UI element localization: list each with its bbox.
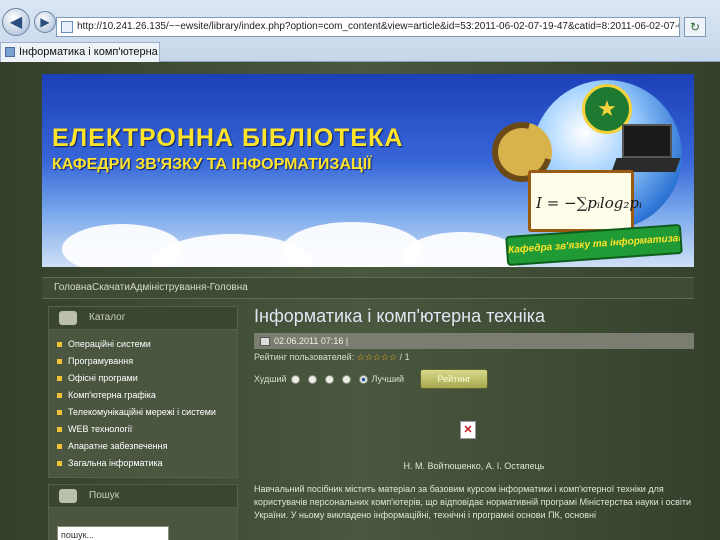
search-box-icon (59, 489, 77, 503)
rating-label: Рейтинг пользователей: (254, 352, 355, 362)
search-header: Пошук (48, 484, 238, 508)
rating-radio-2[interactable] (307, 374, 317, 384)
catalog-item[interactable]: Загальна інформатика (57, 455, 237, 472)
back-button[interactable]: ◀ (2, 8, 30, 36)
site-container: ЕЛЕКТРОННА БІБЛІОТЕКА КАФЕДРИ ЗВ'ЯЗКУ ТА… (42, 74, 694, 540)
bullet-icon (57, 410, 62, 415)
laptop-icon (611, 124, 681, 176)
breadcrumb[interactable]: ГоловнаСкачатиАдміністрування-Головна (42, 277, 694, 299)
bullet-icon (57, 427, 62, 432)
bullet-icon (57, 444, 62, 449)
cloud-decoration (282, 222, 422, 267)
bullet-icon (57, 376, 62, 381)
tab-favicon-icon (5, 47, 15, 57)
catalog-item[interactable]: Офісні програми (57, 370, 237, 387)
rating-line: Рейтинг пользователей: ☆☆☆☆☆ / 1 (254, 352, 694, 363)
page-viewport: ЕЛЕКТРОННА БІБЛІОТЕКА КАФЕДРИ ЗВ'ЯЗКУ ТА… (0, 62, 720, 540)
article-abstract: Навчальний посібник містить матеріал за … (254, 484, 692, 520)
catalog-box: Каталог Операційні системи Програмування… (48, 306, 238, 478)
catalog-item[interactable]: Комп'ютерна графіка (57, 387, 237, 404)
bullet-icon (57, 359, 62, 364)
refresh-button[interactable]: ↻ (684, 17, 706, 37)
article-authors: Н. М. Войтюшенко, А. І. Остапець (403, 461, 545, 471)
article-date: 02.06.2011 07:16 | (274, 336, 349, 346)
rating-suffix: / 1 (399, 352, 410, 362)
broken-image-icon: ✕ (460, 421, 476, 439)
forward-button[interactable]: ▶ (34, 11, 56, 33)
article-title[interactable]: Інформатика і комп'ютерна техніка (254, 306, 694, 327)
arrow-right-icon: ▶ (40, 15, 50, 29)
search-box: Пошук пошук... (48, 484, 238, 540)
search-title: Пошук (89, 490, 120, 501)
article-meta: 02.06.2011 07:16 | (254, 333, 694, 349)
catalog-title: Каталог (89, 312, 126, 323)
rating-radio-5[interactable] (358, 374, 368, 384)
catalog-item[interactable]: Апаратне забезпечення (57, 438, 237, 455)
bullet-icon (57, 393, 62, 398)
rating-radio-1[interactable] (290, 374, 300, 384)
catalog-header: Каталог (48, 306, 238, 330)
rating-stars-icon: ☆☆☆☆☆ (356, 352, 398, 362)
address-bar[interactable]: http://10.241.26.135/~~ewsite/library/in… (56, 17, 680, 37)
site-subtitle: КАФЕДРИ ЗВ'ЯЗКУ ТА ІНФОРМАТИЗАЦІЇ (52, 156, 372, 173)
rating-radio-3[interactable] (324, 374, 334, 384)
catalog-item[interactable]: WEB технології (57, 421, 237, 438)
site-title: ЕЛЕКТРОННА БІБЛІОТЕКА (52, 124, 404, 152)
entropy-formula: I = −∑pᵢlog₂pᵢ (536, 194, 642, 212)
address-text: http://10.241.26.135/~~ewsite/library/in… (77, 21, 680, 32)
calendar-icon (260, 336, 270, 346)
catalog-item[interactable]: Програмування (57, 353, 237, 370)
poor-label: Худший (254, 374, 287, 384)
catalog-list: Операційні системи Програмування Офісні … (48, 330, 238, 478)
rate-button[interactable]: Рейтинг (420, 369, 489, 389)
bullet-icon (57, 342, 62, 347)
tab-title: Інформатика і комп'ютерна (19, 46, 158, 58)
page-icon (61, 21, 73, 33)
catalog-item[interactable]: Телекомунікаційні мережі і системи (57, 404, 237, 421)
refresh-icon: ↻ (689, 20, 701, 34)
search-input[interactable]: пошук... (57, 526, 169, 540)
arrow-left-icon: ◀ (9, 14, 23, 31)
main-content: Інформатика і комп'ютерна техніка 02.06.… (254, 306, 694, 540)
vote-row: Худший Лучший Рейтинг (254, 367, 694, 391)
catalog-item[interactable]: Операційні системи (57, 336, 237, 353)
browser-tab[interactable]: Інформатика і комп'ютерна (0, 42, 160, 62)
best-label: Лучший (371, 374, 405, 384)
cloud-decoration (402, 232, 522, 267)
catalog-icon (59, 311, 77, 325)
header-banner: ЕЛЕКТРОННА БІБЛІОТЕКА КАФЕДРИ ЗВ'ЯЗКУ ТА… (42, 74, 694, 267)
bullet-icon (57, 461, 62, 466)
rating-radio-4[interactable] (341, 374, 351, 384)
search-body: пошук... (48, 508, 238, 540)
browser-toolbar: ◀ ▶ http://10.241.26.135/~~ewsite/librar… (0, 0, 720, 62)
sidebar: Каталог Операційні системи Програмування… (48, 306, 238, 540)
